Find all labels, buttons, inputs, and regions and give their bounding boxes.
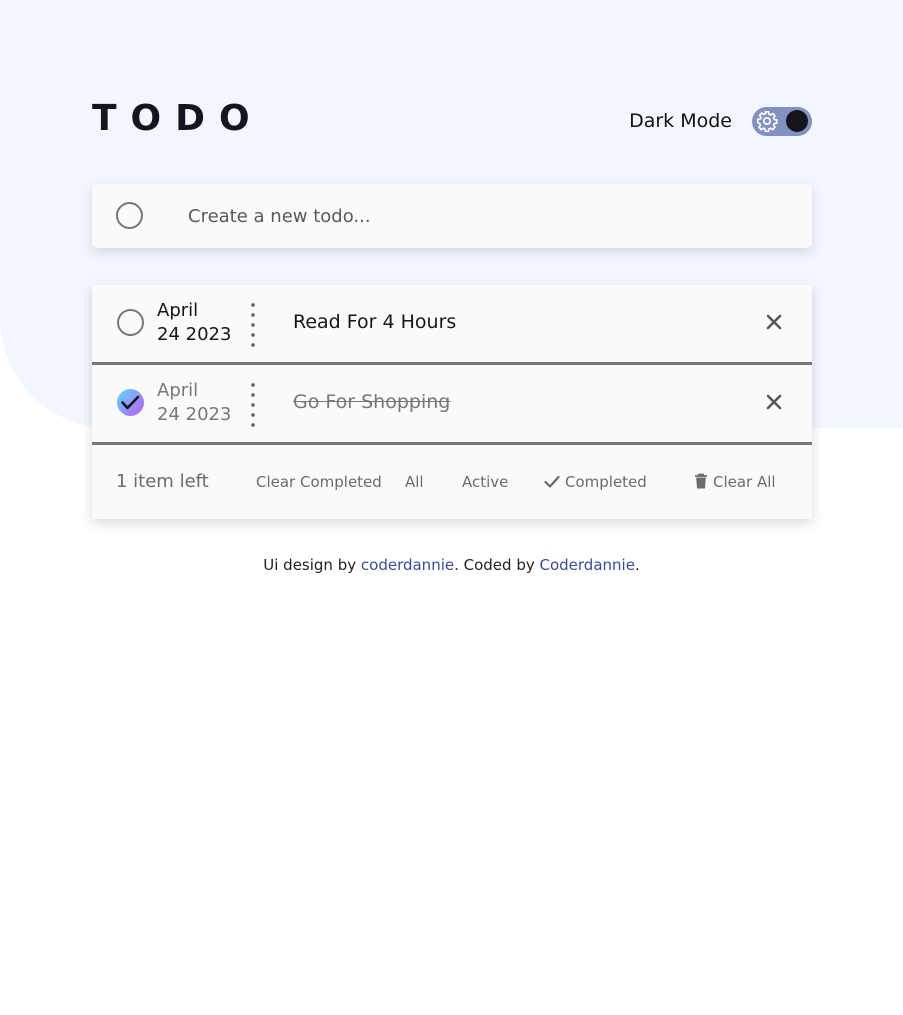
new-todo-check-circle[interactable] — [116, 202, 143, 229]
list-footer: 1 item left Clear Completed All Active C… — [92, 445, 812, 519]
todo-text[interactable]: Go For Shopping — [293, 391, 450, 413]
close-icon[interactable] — [764, 392, 784, 412]
todo-text[interactable]: Read For 4 Hours — [293, 311, 456, 333]
clear-all-label: Clear All — [713, 473, 776, 491]
attribution-prefix: Ui design by — [263, 556, 361, 574]
todo-item: April 24 2023 Go For Shopping — [92, 365, 812, 445]
toggle-knob — [786, 110, 808, 132]
check-icon — [121, 395, 140, 410]
gear-icon — [757, 111, 778, 132]
items-left-count: 1 item left — [116, 471, 209, 492]
filter-completed-button[interactable]: Completed — [544, 473, 647, 491]
todo-check-circle[interactable] — [117, 309, 144, 336]
app-title: TODO — [92, 98, 264, 139]
new-todo-bar — [92, 184, 812, 248]
coder-link[interactable]: Coderdannie — [540, 556, 635, 574]
trash-icon — [695, 473, 707, 489]
todo-item: April 24 2023 Read For 4 Hours — [92, 285, 812, 365]
clear-all-button[interactable]: Clear All — [694, 473, 776, 491]
attribution: Ui design by coderdannie. Coded by Coder… — [0, 556, 903, 574]
drag-handle[interactable] — [251, 380, 255, 430]
todo-date-day-year: 24 2023 — [157, 404, 232, 425]
clear-completed-button[interactable]: Clear Completed — [256, 473, 382, 491]
filter-all-button[interactable]: All — [405, 473, 424, 491]
todo-list: April 24 2023 Read For 4 Hours April 24 … — [92, 285, 812, 519]
check-icon — [544, 475, 560, 488]
todo-date: April 24 2023 — [157, 299, 247, 347]
app-header: TODO Dark Mode — [92, 96, 812, 146]
todo-check-circle[interactable] — [117, 389, 144, 416]
attribution-suffix: . — [634, 556, 640, 574]
attribution-middle: . Coded by — [454, 556, 540, 574]
todo-date: April 24 2023 — [157, 379, 247, 427]
filter-active-button[interactable]: Active — [462, 473, 508, 491]
dark-mode-label: Dark Mode — [629, 110, 732, 132]
filter-completed-label: Completed — [565, 473, 647, 491]
dark-mode-toggle[interactable] — [752, 107, 812, 136]
todo-date-month: April — [157, 380, 199, 401]
todo-date-month: April — [157, 300, 199, 321]
designer-link[interactable]: coderdannie — [361, 556, 454, 574]
drag-handle[interactable] — [251, 300, 255, 350]
close-icon[interactable] — [764, 312, 784, 332]
new-todo-input[interactable] — [188, 200, 748, 232]
todo-date-day-year: 24 2023 — [157, 324, 232, 345]
